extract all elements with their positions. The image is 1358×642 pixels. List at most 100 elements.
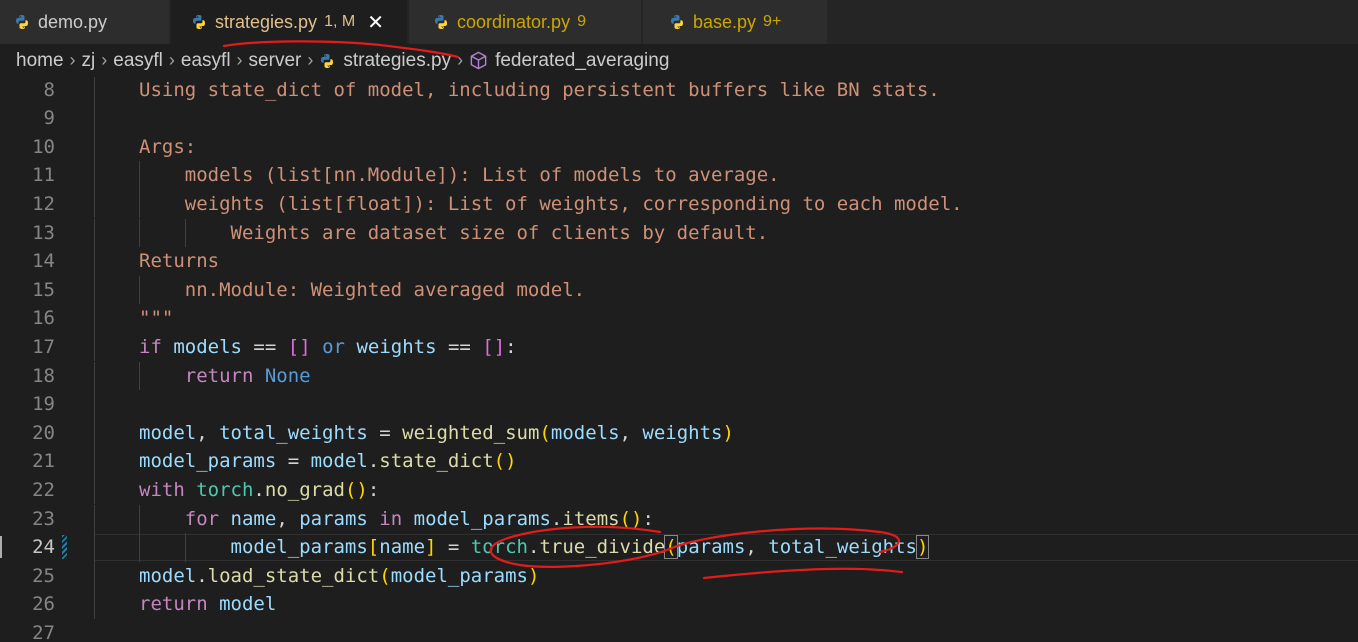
chevron-right-icon: ›	[101, 50, 108, 70]
breadcrumb-item-home[interactable]: home	[16, 50, 64, 72]
code-token: .	[367, 450, 380, 473]
code-line[interactable]: 27	[0, 619, 1358, 642]
code-line[interactable]: 16 """	[0, 304, 1358, 333]
code-text: model, total_weights = weighted_sum(mode…	[139, 419, 734, 448]
code-token: params	[676, 536, 746, 559]
indent-guide	[94, 332, 95, 362]
indent-guide	[94, 132, 95, 162]
code-token: no_grad	[264, 478, 345, 501]
chevron-right-icon: ›	[168, 50, 175, 70]
code-token: )	[915, 535, 930, 560]
tab-label: demo.py	[38, 11, 108, 32]
code-token: model	[219, 593, 277, 616]
code-token: load_state_dict	[207, 564, 380, 587]
code-token: None	[264, 364, 311, 387]
breadcrumb-item-easyfl-package[interactable]: easyfl	[181, 50, 231, 72]
breadcrumb-item-zj[interactable]: zj	[82, 50, 96, 72]
code-token: model	[310, 450, 368, 473]
code-token: (	[539, 421, 551, 444]
code-line[interactable]: 8 Using state_dict of model, including pe…	[0, 77, 1358, 105]
code-line[interactable]: 18 return None	[0, 361, 1358, 391]
code-line[interactable]: 13 Weights are dataset size of clients b…	[0, 218, 1358, 248]
code-line[interactable]: 19	[0, 390, 1358, 419]
code-token: Weights are dataset size of clients by d…	[139, 221, 769, 244]
code-token: :	[367, 478, 380, 501]
code-text: return None	[139, 362, 311, 391]
indent-guide	[94, 247, 95, 276]
code-token: ==	[241, 335, 288, 358]
code-token: return	[139, 593, 208, 616]
line-number: 19	[32, 393, 55, 416]
code-line[interactable]: 17 if models == [] or weights == []:	[0, 332, 1358, 362]
code-line[interactable]: 12 weights (list[float]): List of weight…	[0, 189, 1358, 219]
breadcrumb-item-file[interactable]: strategies.py	[319, 50, 451, 72]
line-number: 8	[43, 78, 55, 101]
code-line[interactable]: 26 return model	[0, 590, 1358, 619]
indent-guide	[94, 275, 95, 305]
code-line[interactable]: 20 model, total_weights = weighted_sum(mo…	[0, 418, 1358, 448]
code-token: Args:	[139, 135, 197, 158]
line-number: 13	[32, 221, 55, 244]
tab-demo-py[interactable]: demo.py	[0, 0, 170, 44]
code-line[interactable]: 11 models (list[nn.Module]): List of mod…	[0, 161, 1358, 190]
code-token: ,	[276, 507, 300, 530]
code-token: Returns	[139, 250, 220, 273]
indent-guide	[94, 418, 95, 448]
line-number: 10	[32, 135, 55, 158]
line-number: 23	[32, 507, 55, 530]
code-line[interactable]: 23 for name, params in model_params.item…	[0, 504, 1358, 534]
gutter-modified-indicator[interactable]	[62, 535, 67, 560]
tab-coordinator-py[interactable]: coordinator.py 9	[409, 0, 642, 44]
code-line[interactable]: 15 nn.Module: Weighted averaged model.	[0, 275, 1358, 305]
code-line[interactable]: 24 model_params[name] = torch.true_divid…	[0, 533, 1358, 562]
tab-problem-count: 9+	[763, 13, 782, 30]
code-text: Weights are dataset size of clients by d…	[139, 219, 769, 248]
code-token: weights	[356, 335, 437, 358]
indent-guide	[94, 447, 95, 476]
line-number: 27	[32, 621, 55, 642]
code-line[interactable]: 10 Args:	[0, 132, 1358, 162]
line-number: 24	[32, 536, 55, 559]
code-text: weights (list[float]): List of weights, …	[139, 190, 963, 219]
code-editor[interactable]: 8 Using state_dict of model, including pe…	[0, 77, 1358, 642]
breadcrumb-item-easyfl[interactable]: easyfl	[113, 50, 163, 72]
indent-guide	[94, 390, 95, 419]
breadcrumb-label: strategies.py	[343, 49, 452, 71]
line-number: 21	[32, 450, 55, 473]
code-token: torch	[196, 478, 254, 501]
code-token: model_params	[413, 507, 551, 530]
code-line[interactable]: 14 Returns	[0, 247, 1358, 276]
tab-strategies-py[interactable]: strategies.py 1, M ✕	[171, 0, 408, 44]
indent-guide	[94, 77, 95, 105]
code-line[interactable]: 9	[0, 104, 1358, 133]
indent-guide	[94, 161, 95, 190]
cube-icon	[470, 51, 487, 70]
code-token: models	[550, 421, 620, 444]
code-line[interactable]: 21 model_params = model.state_dict()	[0, 447, 1358, 476]
python-icon	[435, 15, 447, 29]
close-icon[interactable]: ✕	[367, 10, 384, 35]
code-text: model_params[name] = torch.true_divide(p…	[139, 533, 930, 562]
breadcrumb-item-server[interactable]: server	[249, 50, 302, 72]
code-line[interactable]: 25 model.load_state_dict(model_params)	[0, 561, 1358, 591]
code-token: Using state_dict of model, including per…	[139, 78, 940, 101]
tab-base-py[interactable]: base.py 9+	[643, 0, 828, 44]
code-text: for name, params in model_params.items()…	[139, 505, 654, 534]
code-token: model	[139, 421, 197, 444]
code-token: or	[322, 335, 345, 358]
breadcrumb-item-symbol[interactable]: federated_averaging	[469, 50, 669, 72]
code-token: ()	[344, 478, 368, 501]
line-number: 20	[32, 421, 55, 444]
code-text: if models == [] or weights == []:	[139, 333, 517, 362]
code-text: Args:	[139, 133, 196, 162]
breadcrumb-label: zj	[81, 49, 96, 71]
code-token: for	[184, 507, 220, 530]
code-token: models (list[nn.Module]): List of models…	[139, 164, 780, 187]
indent-guide	[94, 475, 95, 505]
python-icon	[321, 53, 334, 68]
code-line[interactable]: 22 with torch.no_grad():	[0, 475, 1358, 505]
